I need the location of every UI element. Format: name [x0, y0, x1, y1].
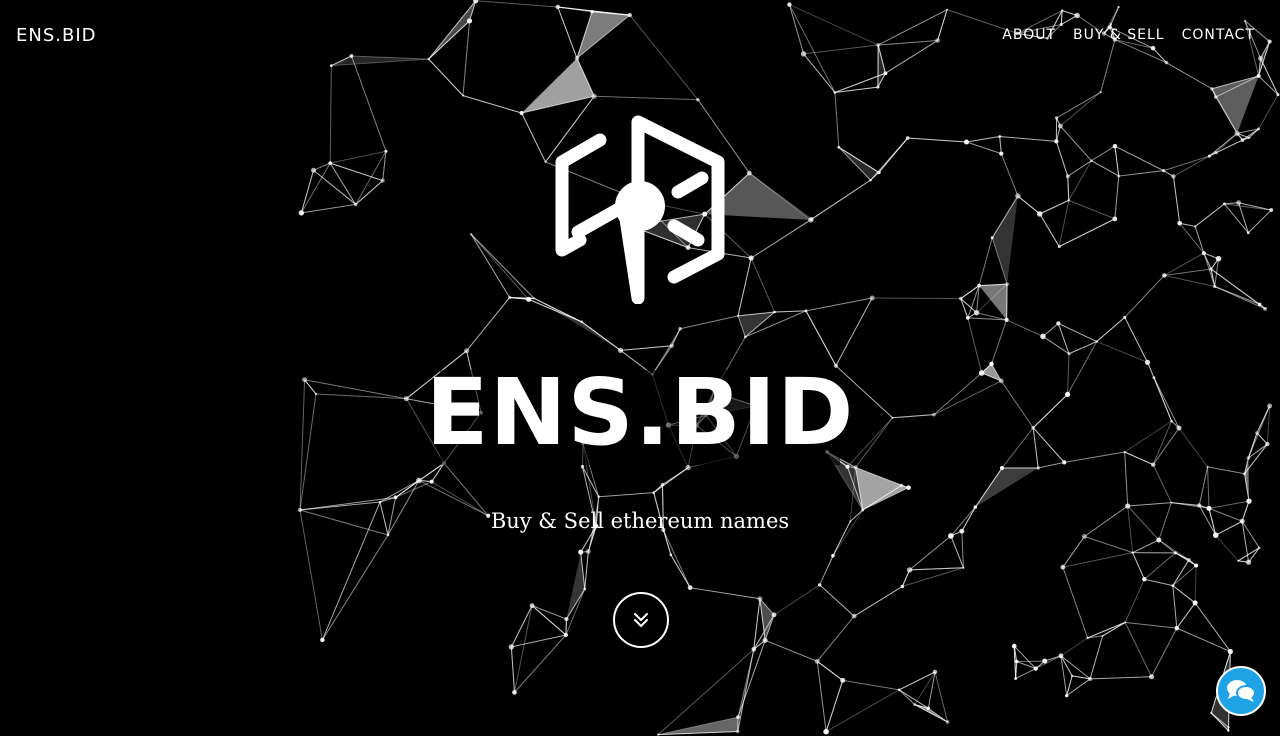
scroll-down-button[interactable]	[613, 592, 669, 648]
nav-buy-sell-link[interactable]: BUY & SELL	[1073, 27, 1165, 43]
top-nav: ABOUT BUY & SELL CONTACT	[1002, 27, 1255, 43]
hero-tagline: Buy & Sell ethereum names	[490, 509, 790, 533]
ens-logo-icon	[555, 115, 725, 304]
nav-contact-link[interactable]: CONTACT	[1182, 27, 1255, 43]
chat-bubbles-icon	[1227, 680, 1256, 702]
chat-widget-button[interactable]	[1216, 666, 1266, 716]
brand-logo-link[interactable]: ENS.BID	[16, 25, 97, 46]
landing-page: ENS.BID ABOUT BUY & SELL CONTACT ENS.BID…	[0, 0, 1280, 736]
nav-about-link[interactable]: ABOUT	[1002, 27, 1056, 43]
hero-title: ENS.BID	[425, 359, 855, 466]
chevron-double-down-icon	[634, 613, 648, 627]
